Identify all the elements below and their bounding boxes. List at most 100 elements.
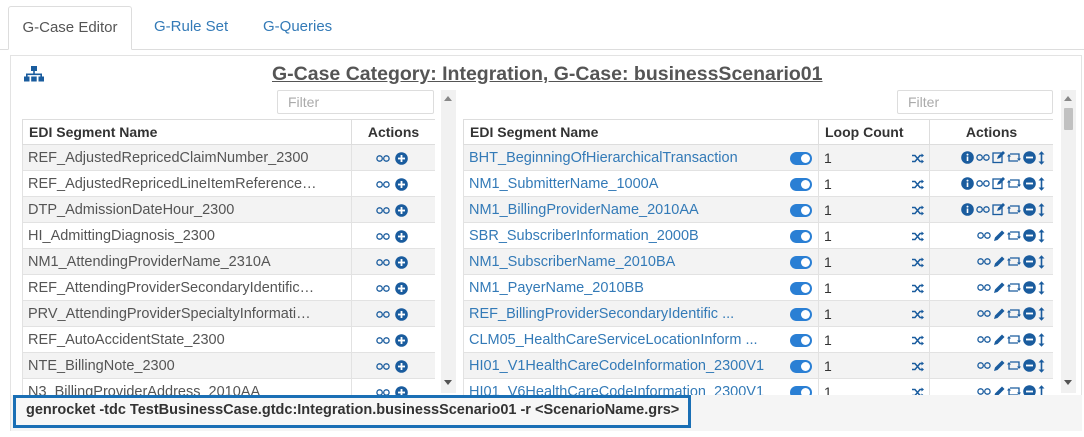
retweet-icon[interactable] — [1007, 256, 1021, 267]
remove-circle-icon[interactable] — [1023, 359, 1036, 373]
table-row[interactable]: HI01_V1HealthCareCodeInformation_2300V1 1 — [463, 352, 1053, 379]
pencil-icon[interactable] — [993, 308, 1005, 320]
loop-infinity-icon[interactable] — [376, 180, 390, 189]
enabled-toggle[interactable] — [790, 255, 812, 269]
loop-infinity-icon[interactable] — [976, 205, 990, 214]
segment-link[interactable]: SBR_SubscriberInformation_2000B — [469, 228, 699, 244]
right-scrollbar[interactable] — [1061, 90, 1076, 393]
pencil-icon[interactable] — [993, 282, 1005, 294]
loop-infinity-icon[interactable] — [976, 179, 990, 188]
loop-infinity-icon[interactable] — [977, 361, 991, 370]
loop-infinity-icon[interactable] — [977, 309, 991, 318]
table-row[interactable]: REF_AttendingProviderSecondaryIdentific… — [22, 274, 435, 301]
edit-square-icon[interactable] — [992, 151, 1005, 164]
scroll-up-arrow-icon[interactable] — [1064, 96, 1072, 101]
segment-name[interactable]: NM1_PayerName_2010BB — [463, 274, 819, 301]
segment-name[interactable]: HI01_V6HealthCareCodeInformation_2300V1 — [463, 378, 819, 396]
loop-infinity-icon[interactable] — [977, 387, 991, 395]
segment-link[interactable]: NM1_SubscriberName_2010BA — [469, 254, 675, 270]
add-circle-icon[interactable] — [395, 203, 408, 217]
loop-infinity-icon[interactable] — [376, 310, 390, 319]
loop-infinity-icon[interactable] — [977, 335, 991, 344]
segment-name[interactable]: NM1_SubmitterName_1000A — [463, 170, 819, 197]
remove-circle-icon[interactable] — [1023, 333, 1036, 347]
segment-name[interactable]: CLM05_HealthCareServiceLocationInform ..… — [463, 326, 819, 353]
retweet-icon[interactable] — [1007, 178, 1021, 189]
sort-vertical-icon[interactable] — [1038, 307, 1045, 321]
retweet-icon[interactable] — [1007, 230, 1021, 241]
column-header-edi-segment-name[interactable]: EDI Segment Name — [463, 119, 819, 145]
remove-circle-icon[interactable] — [1023, 203, 1036, 217]
column-header-loop-count[interactable]: Loop Count — [818, 119, 930, 145]
segment-link[interactable]: NM1_PayerName_2010BB — [469, 280, 644, 296]
loop-infinity-icon[interactable] — [976, 153, 990, 162]
loop-infinity-icon[interactable] — [376, 284, 390, 293]
retweet-icon[interactable] — [1007, 360, 1021, 371]
table-row[interactable]: PRV_AttendingProviderSpecialtyInformati… — [22, 300, 435, 327]
right-filter-input[interactable] — [897, 90, 1053, 114]
edit-square-icon[interactable] — [992, 203, 1005, 216]
scroll-up-arrow-icon[interactable] — [444, 96, 452, 101]
retweet-icon[interactable] — [1007, 204, 1021, 215]
loop-infinity-icon[interactable] — [376, 232, 390, 241]
sort-vertical-icon[interactable] — [1038, 333, 1045, 347]
enabled-toggle[interactable] — [790, 229, 812, 243]
table-row[interactable]: REF_BillingProviderSecondaryIdentific ..… — [463, 300, 1053, 327]
sort-vertical-icon[interactable] — [1038, 229, 1045, 243]
retweet-icon[interactable] — [1007, 386, 1021, 395]
shuffle-icon[interactable] — [912, 179, 924, 190]
table-row[interactable]: HI_AdmittingDiagnosis_2300 — [22, 222, 435, 249]
left-scrollbar[interactable] — [441, 90, 456, 393]
segment-name[interactable]: NM1_SubscriberName_2010BA — [463, 248, 819, 275]
pencil-icon[interactable] — [993, 230, 1005, 242]
segment-link[interactable]: REF_BillingProviderSecondaryIdentific ..… — [469, 306, 734, 322]
tab-g-rule-set[interactable]: G-Rule Set — [154, 6, 228, 50]
retweet-icon[interactable] — [1007, 282, 1021, 293]
sitemap-icon[interactable] — [24, 66, 44, 82]
loop-infinity-icon[interactable] — [376, 206, 390, 215]
info-icon[interactable] — [961, 203, 974, 217]
loop-infinity-icon[interactable] — [376, 258, 390, 267]
add-circle-icon[interactable] — [395, 385, 408, 395]
enabled-toggle[interactable] — [790, 307, 812, 321]
segment-link[interactable]: NM1_BillingProviderName_2010AA — [469, 202, 699, 218]
table-row[interactable]: DTP_AdmissionDateHour_2300 — [22, 196, 435, 223]
remove-circle-icon[interactable] — [1023, 255, 1036, 269]
pencil-icon[interactable] — [993, 334, 1005, 346]
table-row[interactable]: NTE_BillingNote_2300 — [22, 352, 435, 379]
loop-infinity-icon[interactable] — [977, 231, 991, 240]
sort-vertical-icon[interactable] — [1038, 281, 1045, 295]
loop-infinity-icon[interactable] — [376, 154, 390, 163]
segment-link[interactable]: BHT_BeginningOfHierarchicalTransaction — [469, 150, 738, 166]
info-icon[interactable] — [961, 177, 974, 191]
shuffle-icon[interactable] — [912, 309, 924, 320]
enabled-toggle[interactable] — [790, 385, 812, 395]
shuffle-icon[interactable] — [912, 387, 924, 396]
segment-link[interactable]: NM1_SubmitterName_1000A — [469, 176, 658, 192]
left-filter-input[interactable] — [277, 90, 434, 114]
table-row[interactable]: NM1_SubmitterName_1000A 1 — [463, 170, 1053, 197]
add-circle-icon[interactable] — [395, 229, 408, 243]
table-row[interactable]: HI01_V6HealthCareCodeInformation_2300V1 1 — [463, 378, 1053, 396]
shuffle-icon[interactable] — [912, 283, 924, 294]
table-row[interactable]: N3_BillingProviderAddress_2010AA — [22, 378, 435, 395]
pencil-icon[interactable] — [993, 256, 1005, 268]
sort-vertical-icon[interactable] — [1038, 177, 1045, 191]
enabled-toggle[interactable] — [790, 359, 812, 373]
sort-vertical-icon[interactable] — [1038, 385, 1045, 395]
remove-circle-icon[interactable] — [1023, 307, 1036, 321]
pencil-icon[interactable] — [993, 386, 1005, 395]
segment-name[interactable]: HI01_V1HealthCareCodeInformation_2300V1 — [463, 352, 819, 379]
table-row[interactable]: NM1_PayerName_2010BB 1 — [463, 274, 1053, 301]
pencil-icon[interactable] — [993, 360, 1005, 372]
segment-name[interactable]: REF_BillingProviderSecondaryIdentific ..… — [463, 300, 819, 327]
add-circle-icon[interactable] — [395, 281, 408, 295]
add-circle-icon[interactable] — [395, 177, 408, 191]
segment-link[interactable]: HI01_V6HealthCareCodeInformation_2300V1 — [469, 384, 764, 396]
segment-name[interactable]: SBR_SubscriberInformation_2000B — [463, 222, 819, 249]
shuffle-icon[interactable] — [912, 257, 924, 268]
table-row[interactable]: REF_AutoAccidentState_2300 — [22, 326, 435, 353]
add-circle-icon[interactable] — [395, 359, 408, 373]
table-row[interactable]: NM1_SubscriberName_2010BA 1 — [463, 248, 1053, 275]
enabled-toggle[interactable] — [790, 177, 812, 191]
